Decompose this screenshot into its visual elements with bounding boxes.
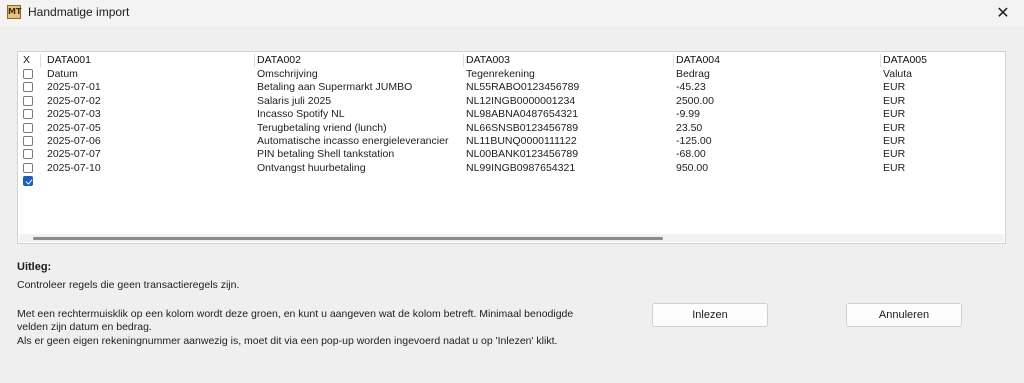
cell-datum[interactable]: Datum	[47, 68, 78, 81]
row-checkbox[interactable]	[23, 109, 33, 120]
horizontal-scrollbar[interactable]	[19, 234, 1004, 242]
cell-valuta[interactable]: EUR	[883, 162, 905, 175]
row-checkbox[interactable]	[23, 162, 33, 173]
column-divider[interactable]	[880, 54, 881, 67]
title-bar: MT Handmatige import ✕	[0, 0, 1024, 26]
cell-omschrijving[interactable]: Betaling aan Supermarkt JUMBO	[257, 81, 412, 94]
cell-omschrijving[interactable]: Automatische incasso energieleverancier	[257, 135, 448, 148]
table-row[interactable]: 2025-07-06 Automatische incasso energiele…	[18, 135, 1005, 148]
cell-valuta[interactable]: EUR	[883, 95, 905, 108]
column-header-data004[interactable]: DATA004	[676, 54, 720, 67]
cell-omschrijving[interactable]: Terugbetaling vriend (lunch)	[257, 122, 387, 135]
row-checkbox[interactable]	[23, 95, 33, 106]
column-header-data005[interactable]: DATA005	[883, 54, 927, 67]
cell-tegenrekening[interactable]: NL55RABO0123456789	[466, 81, 579, 94]
explanation-line: Met een rechtermuisklik op een kolom wor…	[17, 308, 574, 320]
cell-datum[interactable]: 2025-07-10	[47, 162, 101, 175]
cell-datum[interactable]: 2025-07-02	[47, 95, 101, 108]
cell-bedrag[interactable]: 23.50	[676, 122, 702, 135]
row-checkbox[interactable]	[23, 69, 33, 79]
cell-bedrag[interactable]: 2500.00	[676, 95, 714, 108]
table-row[interactable]: Datum Omschrijving Tegenrekening Bedrag Valu…	[18, 68, 1005, 81]
cell-omschrijving[interactable]: Salaris juli 2025	[257, 95, 331, 108]
cell-tegenrekening[interactable]: NL99INGB0987654321	[466, 162, 575, 175]
column-header-data003[interactable]: DATA003	[466, 54, 510, 67]
cell-bedrag[interactable]: -45.23	[676, 81, 706, 94]
column-divider[interactable]	[40, 54, 41, 67]
cell-tegenrekening[interactable]: NL98ABNA0487654321	[466, 108, 578, 121]
cell-bedrag[interactable]: -125.00	[676, 135, 712, 148]
cell-omschrijving[interactable]: Omschrijving	[257, 68, 318, 81]
column-divider[interactable]	[673, 54, 674, 67]
cell-tegenrekening[interactable]: NL12INGB0000001234	[466, 95, 575, 108]
table-row[interactable]: 2025-07-10 Ontvangst huurbetaling NL99INGB…	[18, 162, 1005, 175]
app-logo-icon: MT	[7, 5, 21, 19]
cell-bedrag[interactable]: -68.00	[676, 148, 706, 161]
cell-valuta[interactable]: EUR	[883, 108, 905, 121]
close-icon[interactable]: ✕	[992, 2, 1014, 24]
cell-datum[interactable]: 2025-07-06	[47, 135, 101, 148]
cell-datum[interactable]: 2025-07-05	[47, 122, 101, 135]
cell-tegenrekening[interactable]: Tegenrekening	[466, 68, 535, 81]
cell-datum[interactable]: 2025-07-03	[47, 108, 101, 121]
table-row[interactable]: 2025-07-02 Salaris juli 2025 NL12INGB00000…	[18, 95, 1005, 108]
cell-bedrag[interactable]: 950.00	[676, 162, 708, 175]
cell-valuta[interactable]: EUR	[883, 135, 905, 148]
cell-bedrag[interactable]: Bedrag	[676, 68, 710, 81]
cell-omschrijving[interactable]: Ontvangst huurbetaling	[257, 162, 366, 175]
cell-bedrag[interactable]: -9.99	[676, 108, 700, 121]
cell-valuta[interactable]: Valuta	[883, 68, 912, 81]
scrollbar-thumb[interactable]	[33, 237, 663, 240]
explanation-line: Als er geen eigen rekeningnummer aanwezi…	[17, 335, 558, 347]
column-divider[interactable]	[254, 54, 255, 67]
column-divider[interactable]	[463, 54, 464, 67]
cell-tegenrekening[interactable]: NL00BANK0123456789	[466, 148, 578, 161]
explanation-line: velden zijn datum en bedrag.	[17, 321, 152, 333]
column-header-data002[interactable]: DATA002	[257, 54, 301, 67]
column-header-data001[interactable]: DATA001	[47, 54, 91, 67]
row-checkbox[interactable]	[23, 122, 33, 133]
cell-omschrijving[interactable]: PIN betaling Shell tankstation	[257, 148, 394, 161]
cell-datum[interactable]: 2025-07-01	[47, 81, 101, 94]
cell-valuta[interactable]: EUR	[883, 148, 905, 161]
row-checkbox[interactable]	[23, 176, 33, 187]
table-row[interactable]: 2025-07-01 Betaling aan Supermarkt JUMBO N…	[18, 81, 1005, 94]
row-checkbox[interactable]	[23, 136, 33, 146]
table-row[interactable]: 2025-07-05 Terugbetaling vriend (lunch) NL…	[18, 122, 1005, 135]
cell-omschrijving[interactable]: Incasso Spotify NL	[257, 108, 345, 121]
cell-tegenrekening[interactable]: NL11BUNQ0000111122	[466, 135, 577, 148]
table-row[interactable]	[18, 175, 1005, 188]
cell-valuta[interactable]: EUR	[883, 122, 905, 135]
cell-valuta[interactable]: EUR	[883, 81, 905, 94]
row-checkbox[interactable]	[23, 149, 33, 160]
inlezen-button[interactable]: Inlezen	[652, 303, 768, 327]
grid-header-row: X DATA001 DATA002 DATA003 DATA004 DATA00…	[18, 54, 1005, 67]
explanation-line: Controleer regels die geen transactiereg…	[17, 279, 240, 291]
row-checkbox[interactable]	[23, 82, 33, 93]
select-column-header[interactable]: X	[23, 54, 30, 67]
import-grid[interactable]: X DATA001 DATA002 DATA003 DATA004 DATA00…	[17, 51, 1006, 244]
annuleren-button[interactable]: Annuleren	[846, 303, 962, 327]
table-row[interactable]: 2025-07-07 PIN betaling Shell tankstation…	[18, 148, 1005, 161]
cell-datum[interactable]: 2025-07-07	[47, 148, 101, 161]
cell-tegenrekening[interactable]: NL66SNSB0123456789	[466, 122, 578, 135]
table-row[interactable]: 2025-07-03 Incasso Spotify NL NL98ABNA0487…	[18, 108, 1005, 121]
window-title: Handmatige import	[28, 5, 130, 19]
explanation-title: Uitleg:	[17, 261, 52, 273]
